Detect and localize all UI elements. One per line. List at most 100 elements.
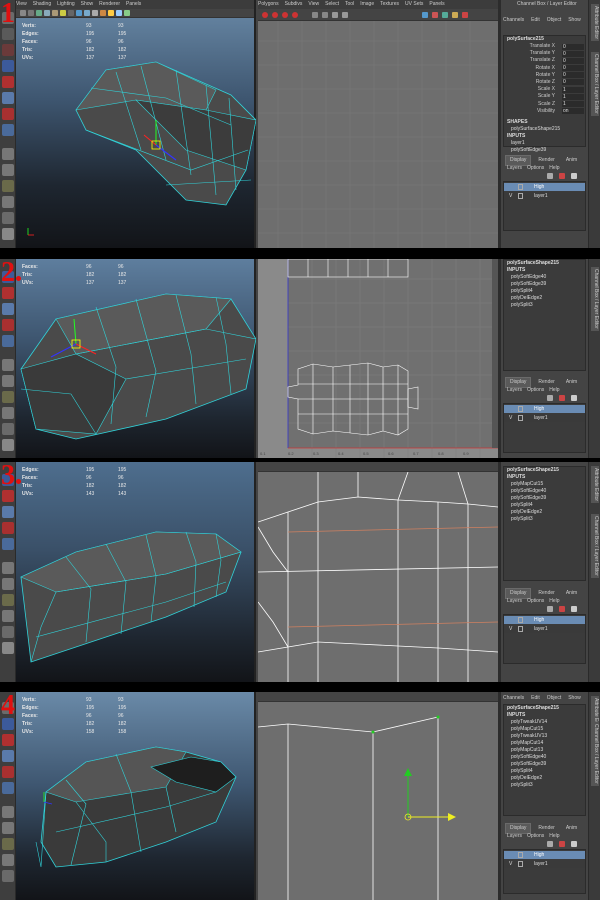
- layer-remove-icon[interactable]: [571, 395, 577, 401]
- scale-tool-icon[interactable]: [2, 506, 14, 518]
- layer-type-toggle[interactable]: [518, 406, 523, 412]
- cb-menu-show[interactable]: Show: [568, 695, 581, 701]
- layout-single-icon[interactable]: [2, 148, 14, 160]
- tab-channel-box-layer-editor[interactable]: Channel Box / Layer Editor: [591, 52, 599, 116]
- rotate-tool-icon[interactable]: [2, 76, 14, 88]
- layout-outliner-icon[interactable]: [2, 196, 14, 208]
- perspective-viewport[interactable]: Edges: 195 195 Faces: 96 96 Tris: 182 182 UVs:…: [16, 462, 256, 682]
- layer-menu-help[interactable]: Help: [549, 598, 559, 604]
- mesh-model[interactable]: [16, 462, 256, 682]
- cb-menu-channels[interactable]: Channels: [503, 695, 524, 701]
- input-node[interactable]: polySoftEdge40: [504, 274, 585, 281]
- layer-type-toggle[interactable]: [518, 626, 523, 632]
- cb-menu-channels[interactable]: Channels: [503, 17, 524, 23]
- new-layer-selected-icon[interactable]: [559, 395, 565, 401]
- layer-row-layer1[interactable]: Vlayer1: [504, 414, 585, 422]
- uv-image-icon[interactable]: [452, 12, 458, 18]
- input-node[interactable]: polySplit3: [504, 782, 585, 789]
- input-node[interactable]: polyTweakUV13: [504, 733, 585, 740]
- layer-menu-options[interactable]: Options: [527, 165, 544, 171]
- new-layer-selected-icon[interactable]: [559, 841, 565, 847]
- uv-layout-icon[interactable]: [342, 12, 348, 18]
- tab-channel-box-layer-editor[interactable]: Channel Box / Layer Editor: [591, 722, 599, 786]
- layer-row-layer1[interactable]: Vlayer1: [504, 860, 585, 868]
- uv-snap-icon[interactable]: [462, 12, 468, 18]
- uv-menu-uvsets[interactable]: UV Sets: [405, 1, 423, 7]
- layer-menu-layers[interactable]: Layers: [507, 387, 522, 393]
- input-node[interactable]: polyDelEdge2: [504, 295, 585, 302]
- mesh-model[interactable]: [16, 259, 256, 458]
- layout-four-icon[interactable]: [2, 822, 14, 834]
- attr-rotate-y[interactable]: Rotate Y0: [504, 72, 585, 79]
- layout-outliner-icon[interactable]: [2, 854, 14, 866]
- uv-cut-icon[interactable]: [312, 12, 318, 18]
- uv-menu-polygons[interactable]: Polygons: [258, 1, 279, 7]
- uv-select-icon[interactable]: [262, 12, 268, 18]
- input-node[interactable]: polySoftEdge39: [504, 495, 585, 502]
- layout-four-icon[interactable]: [2, 164, 14, 176]
- input-node[interactable]: layer1: [504, 140, 585, 147]
- new-layer-icon[interactable]: [547, 606, 553, 612]
- layout-single-icon[interactable]: [2, 562, 14, 574]
- new-layer-icon[interactable]: [547, 173, 553, 179]
- uv-menu-select[interactable]: Select: [325, 1, 339, 7]
- uv-texture-editor[interactable]: 0.1 0.2 0.3 0.4 0.5 0.6 0.7 0.8 0.9: [258, 259, 498, 458]
- scale-tool-icon[interactable]: [2, 303, 14, 315]
- soft-mod-icon[interactable]: [2, 522, 14, 534]
- layout-single-icon[interactable]: [2, 806, 14, 818]
- new-layer-selected-icon[interactable]: [559, 606, 565, 612]
- layer-type-toggle[interactable]: [518, 617, 523, 623]
- new-layer-icon[interactable]: [547, 841, 553, 847]
- input-node[interactable]: polySoftEdge39: [504, 281, 585, 288]
- cb-menu-edit[interactable]: Edit: [531, 17, 540, 23]
- layout-four-icon[interactable]: [2, 578, 14, 590]
- uv-sew-icon[interactable]: [322, 12, 328, 18]
- attr-rotate-z[interactable]: Rotate Z0: [504, 79, 585, 86]
- move-tool-icon[interactable]: [2, 60, 14, 72]
- input-node[interactable]: polySoftEdge39: [504, 147, 585, 154]
- object-name[interactable]: polySurface215: [504, 36, 585, 43]
- uv-menu-image[interactable]: Image: [360, 1, 374, 7]
- rotate-tool-icon[interactable]: [2, 734, 14, 746]
- layer-row-layer1[interactable]: Vlayer1: [504, 192, 585, 200]
- attr-scale-z[interactable]: Scale Z1: [504, 101, 585, 108]
- layer-row-high[interactable]: High: [504, 616, 585, 624]
- input-node[interactable]: polySplit4: [504, 288, 585, 295]
- layer-menu-options[interactable]: Options: [527, 598, 544, 604]
- layout-graph-icon[interactable]: [2, 423, 14, 435]
- new-layer-icon[interactable]: [547, 395, 553, 401]
- uv-rotate-icon[interactable]: [282, 12, 288, 18]
- input-node[interactable]: polyMapCut15: [504, 726, 585, 733]
- shape-node[interactable]: polySurfaceShape215: [504, 705, 585, 712]
- attr-scale-x[interactable]: Scale X1: [504, 86, 585, 93]
- tab-anim[interactable]: Anim: [562, 378, 581, 387]
- layer-type-toggle[interactable]: [518, 193, 523, 199]
- rotate-tool-icon[interactable]: [2, 287, 14, 299]
- layer-row-high[interactable]: High: [504, 183, 585, 191]
- soft-mod-icon[interactable]: [2, 319, 14, 331]
- layout-hypershade-icon[interactable]: [2, 228, 14, 240]
- input-node[interactable]: polyDelEdge2: [504, 509, 585, 516]
- input-node[interactable]: polySoftEdge39: [504, 761, 585, 768]
- cb-menu-object[interactable]: Object: [547, 695, 561, 701]
- input-node[interactable]: polyMapCut15: [504, 481, 585, 488]
- input-node[interactable]: polySplit4: [504, 768, 585, 775]
- uv-menu-panels[interactable]: Panels: [429, 1, 444, 7]
- attr-rotate-x[interactable]: Rotate X0: [504, 65, 585, 72]
- layer-menu-layers[interactable]: Layers: [507, 598, 522, 604]
- attr-translate-z[interactable]: Translate Z0: [504, 57, 585, 64]
- uv-menu-textures[interactable]: Textures: [380, 1, 399, 7]
- layer-type-toggle[interactable]: [518, 184, 523, 190]
- input-node[interactable]: polySplit3: [504, 302, 585, 309]
- new-layer-selected-icon[interactable]: [559, 173, 565, 179]
- perspective-viewport[interactable]: Faces: 96 96 Tris: 182 182 UVs: 137 137: [16, 259, 256, 458]
- shape-node[interactable]: polySurfaceShape215: [504, 260, 585, 267]
- layout-two-icon[interactable]: [2, 594, 14, 606]
- uv-menu-view[interactable]: View: [308, 1, 319, 7]
- paint-select-icon[interactable]: [2, 44, 14, 56]
- layout-hypershade-icon[interactable]: [2, 439, 14, 451]
- input-node[interactable]: polySoftEdge40: [504, 488, 585, 495]
- uv-texture-editor[interactable]: [258, 462, 498, 682]
- uv-menu-subdivs[interactable]: Subdivs: [285, 1, 303, 7]
- layout-graph-icon[interactable]: [2, 870, 14, 882]
